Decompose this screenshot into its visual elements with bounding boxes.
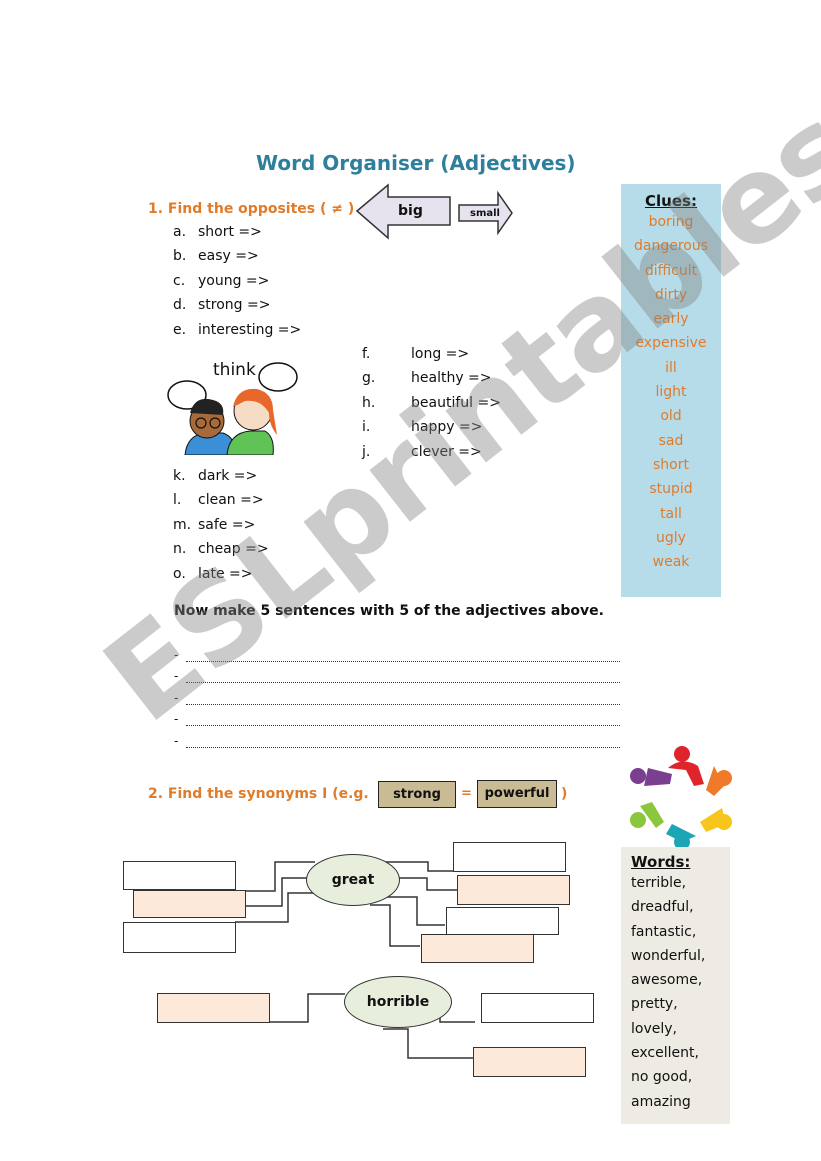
list-item: a. short => — [173, 224, 262, 240]
word-item: fantastic, — [631, 923, 697, 940]
opposites-list-k-o: k. dark => l. clean => m. safe => n. cheap =… — [173, 468, 269, 590]
opposites-list-f-j: f. long => g. healthy => h. beautiful => i.… — [362, 346, 501, 468]
clue-word: ugly — [656, 529, 686, 546]
words-title: Words: — [631, 853, 691, 871]
list-item: d. strong => — [173, 297, 271, 314]
synonym-box[interactable] — [421, 934, 534, 963]
list-item: i. happy => — [362, 419, 483, 436]
clue-word: old — [660, 408, 682, 425]
synonym-box[interactable] — [457, 875, 570, 905]
list-item: l. clean => — [173, 492, 264, 509]
word-item: no good, — [631, 1069, 693, 1086]
sentence-line[interactable]: - — [174, 640, 620, 662]
sentence-instruction: Now make 5 sentences with 5 of the adjec… — [174, 603, 604, 619]
list-item: f. long => — [362, 346, 470, 362]
sentence-lines: - - - - - — [174, 640, 620, 748]
example-big: big — [398, 203, 423, 219]
synonym-example-equals: = — [461, 786, 472, 801]
words-list: terrible, dreadful, fantastic, wonderful, aw… — [621, 871, 730, 1114]
list-item: m. safe => — [173, 516, 256, 533]
clue-word: short — [653, 456, 689, 473]
clues-list: boring dangerous difficult dirty early expens… — [621, 210, 721, 574]
sentence-line[interactable]: - — [174, 726, 620, 748]
synonym-box[interactable] — [481, 993, 594, 1023]
clue-word: weak — [652, 554, 690, 571]
list-item: c. young => — [173, 272, 270, 289]
synonym-box[interactable] — [123, 922, 236, 953]
list-item: j. clever => — [362, 443, 482, 460]
word-item: awesome, — [631, 972, 703, 989]
list-item: k. dark => — [173, 468, 258, 484]
think-kids-illustration: think — [167, 360, 298, 455]
team-circle-icon — [630, 746, 732, 850]
words-box: Words: terrible, dreadful, fantastic, wonde… — [621, 847, 730, 1124]
clue-word: dangerous — [633, 238, 709, 255]
section2-heading: 2. Find the synonyms I (e.g. — [148, 786, 369, 802]
synonym-example-strong: strong — [378, 781, 456, 808]
clues-box: Clues: boring dangerous difficult dirty earl… — [621, 184, 721, 597]
section1-heading: 1. Find the opposites ( ≠ ) — [148, 201, 355, 217]
think-label: think — [213, 360, 256, 380]
synonym-example-close: ) — [561, 786, 568, 802]
list-item: g. healthy => — [362, 370, 492, 387]
word-item: amazing — [631, 1093, 691, 1110]
hub-great: great — [306, 854, 400, 906]
list-item: b. easy => — [173, 248, 259, 265]
clue-word: light — [655, 384, 687, 401]
word-item: wonderful, — [631, 947, 706, 964]
clue-word: difficult — [644, 262, 698, 279]
synonym-box[interactable] — [446, 907, 559, 935]
list-item: o. late => — [173, 565, 253, 582]
opposites-list-a-e: a. short => b. easy => c. young => d. strong… — [173, 224, 301, 346]
thought-bubble-right — [258, 362, 298, 392]
synonym-box[interactable] — [123, 861, 236, 890]
example-small: small — [470, 208, 500, 219]
synonym-box[interactable] — [453, 842, 566, 872]
clue-word: expensive — [635, 335, 707, 352]
synonym-box[interactable] — [157, 993, 270, 1023]
clues-title: Clues: — [645, 192, 697, 210]
hub-horrible: horrible — [344, 976, 452, 1028]
clue-word: stupid — [649, 481, 693, 498]
word-item: pretty, — [631, 996, 678, 1013]
list-item: h. beautiful => — [362, 394, 501, 411]
word-item: lovely, — [631, 1020, 677, 1037]
page-title: Word Organiser (Adjectives) — [256, 151, 576, 175]
list-item: n. cheap => — [173, 541, 269, 558]
sentence-line[interactable]: - — [174, 683, 620, 705]
word-item: excellent, — [631, 1045, 699, 1062]
list-item: e. interesting => — [173, 321, 302, 338]
sentence-line[interactable]: - — [174, 705, 620, 726]
clue-word: ill — [665, 359, 677, 376]
word-item: terrible, — [631, 875, 687, 891]
synonym-box[interactable] — [133, 890, 246, 918]
clue-word: dirty — [654, 286, 688, 303]
synonym-box[interactable] — [473, 1047, 586, 1077]
synonym-example-powerful: powerful — [477, 780, 557, 808]
sentence-line[interactable]: - — [174, 662, 620, 683]
clue-word: sad — [658, 432, 684, 449]
word-item: dreadful, — [631, 899, 694, 916]
clue-word: tall — [660, 505, 682, 522]
clue-word: early — [653, 311, 689, 328]
clue-word: boring — [648, 214, 694, 230]
